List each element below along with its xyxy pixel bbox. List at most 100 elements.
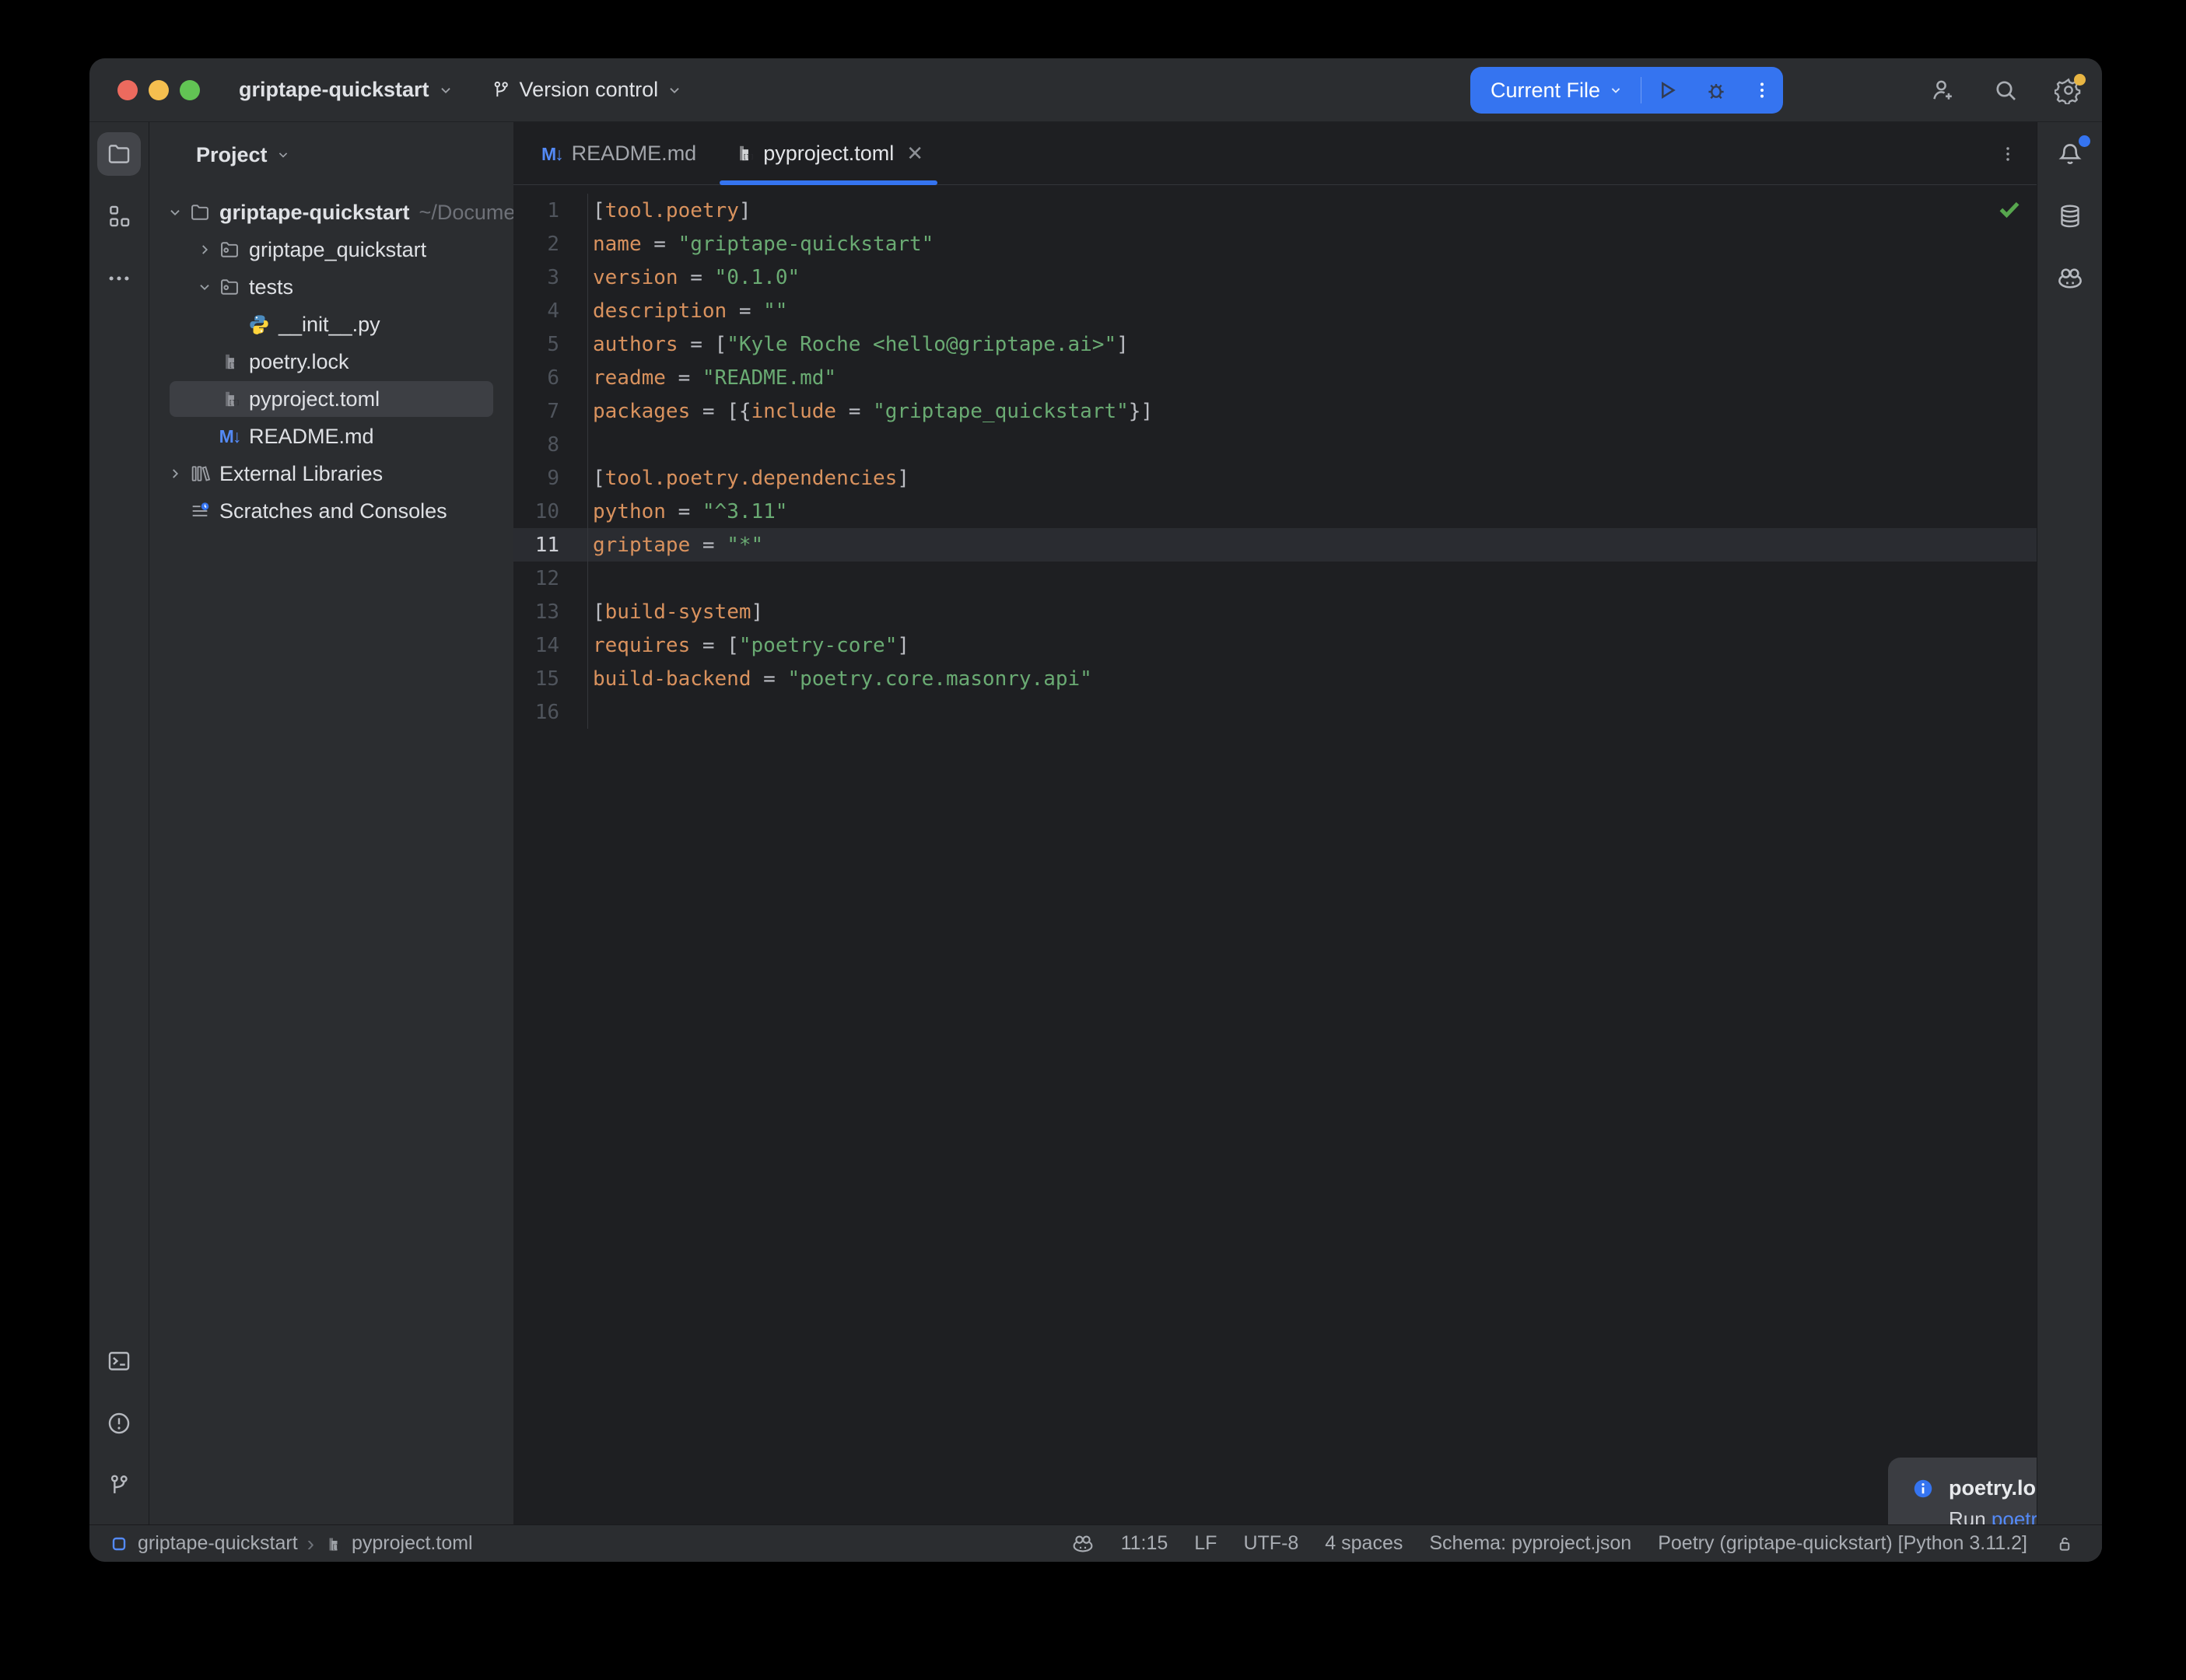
run-button[interactable] (1641, 78, 1691, 103)
code-line-9[interactable]: 9[tool.poetry.dependencies] (513, 461, 2037, 495)
status-caret-position[interactable]: 11:15 (1121, 1532, 1168, 1555)
code-line-2[interactable]: 2name = "griptape-quickstart" (513, 227, 2037, 261)
chevron-down-icon[interactable] (162, 204, 188, 221)
code-line-14[interactable]: 14requires = ["poetry-core"] (513, 628, 2037, 662)
tree-item-scratches-and-consoles[interactable]: Scratches and Consoles (149, 492, 513, 530)
code-line-4[interactable]: 4description = "" (513, 294, 2037, 327)
database-tool-icon[interactable] (2048, 194, 2092, 238)
code-line-10[interactable]: 10python = "^3.11" (513, 495, 2037, 528)
chevron-right-icon[interactable] (191, 241, 218, 258)
terminal-tool-icon[interactable] (97, 1339, 141, 1383)
run-configuration-label: Current File (1491, 79, 1600, 103)
vcs-selector[interactable]: Version control (490, 78, 684, 102)
line-number: 14 (513, 628, 587, 662)
chevron-down-icon[interactable] (191, 278, 218, 296)
code-area: 1[tool.poetry]2name = "griptape-quicksta… (513, 194, 2037, 729)
more-run-options-button[interactable] (1741, 79, 1783, 101)
editor-area: M↓ README.md [T] pyproject.toml ✕ 1[tool.poe… (513, 122, 2037, 1524)
code-line-text: requires = ["poetry-core"] (587, 628, 2037, 662)
tree-item-poetry-lock[interactable]: [T]poetry.lock (149, 343, 513, 380)
status-interpreter[interactable]: Poetry (griptape-quickstart) [Python 3.1… (1658, 1532, 2027, 1555)
title-bar: griptape-quickstart Version control Curr… (89, 58, 2102, 122)
close-window-button[interactable] (117, 80, 138, 100)
tree-item-label: __init__.py (279, 313, 380, 337)
toml-icon: [T] (218, 350, 241, 373)
markdown-icon: M↓ (541, 142, 562, 166)
tab-label: README.md (572, 142, 697, 166)
run-configuration-selector[interactable]: Current File (1470, 79, 1641, 103)
unlock-icon[interactable] (2054, 1533, 2076, 1555)
tree-item-label: Scratches and Consoles (219, 499, 447, 523)
project-tool-icon[interactable] (97, 132, 141, 176)
code-line-3[interactable]: 3version = "0.1.0" (513, 261, 2037, 294)
chevron-down-icon (437, 82, 454, 99)
tree-item-griptape-quickstart[interactable]: griptape_quickstart (149, 231, 513, 268)
code-line-text: python = "^3.11" (587, 495, 2037, 528)
project-panel-header[interactable]: Project (149, 122, 513, 187)
editor-options-kebab-icon[interactable] (1998, 122, 2018, 185)
settings-gear-icon[interactable] (2055, 76, 2083, 104)
close-tab-icon[interactable]: ✕ (906, 142, 923, 166)
notifications-bell-icon[interactable] (2048, 132, 2092, 176)
breadcrumb-project[interactable]: griptape-quickstart (138, 1532, 298, 1555)
git-tool-icon[interactable] (97, 1464, 141, 1507)
line-number: 5 (513, 327, 587, 361)
line-number: 3 (513, 261, 587, 294)
ai-assistant-icon[interactable] (2048, 257, 2092, 300)
breadcrumb: griptape-quickstart › [T] pyproject.toml (89, 1531, 473, 1556)
status-indent[interactable]: 4 spaces (1325, 1532, 1403, 1555)
right-toolbar (2037, 122, 2102, 1524)
line-number: 2 (513, 227, 587, 261)
status-schema[interactable]: Schema: pyproject.json (1429, 1532, 1631, 1555)
svg-text:[T]: [T] (229, 361, 240, 369)
tree-item-pyproject-toml[interactable]: [T]pyproject.toml (149, 380, 513, 418)
tree-item-init-py[interactable]: __init__.py (149, 306, 513, 343)
debug-button[interactable] (1691, 78, 1741, 103)
status-encoding[interactable]: UTF-8 (1243, 1532, 1298, 1555)
chevron-right-icon[interactable] (162, 465, 188, 482)
tree-item-tests[interactable]: tests (149, 268, 513, 306)
code-line-1[interactable]: 1[tool.poetry] (513, 194, 2037, 227)
project-selector[interactable]: griptape-quickstart (239, 78, 454, 102)
code-line-text: [tool.poetry] (587, 194, 2037, 227)
tree-item-external-libraries[interactable]: External Libraries (149, 455, 513, 492)
tab-readme-md[interactable]: M↓ README.md (523, 122, 715, 184)
project-selector-label: griptape-quickstart (239, 78, 429, 102)
code-line-15[interactable]: 15build-backend = "poetry.core.masonry.a… (513, 662, 2037, 695)
tree-item-readme-md[interactable]: M↓README.md (149, 418, 513, 455)
code-line-8[interactable]: 8 (513, 428, 2037, 461)
tree-item-griptape-quickstart[interactable]: griptape-quickstart~/Docume (149, 194, 513, 231)
more-tools-icon[interactable] (97, 257, 141, 300)
code-line-11[interactable]: 11griptape = "*" (513, 528, 2037, 562)
markdown-icon: M↓ (218, 425, 241, 448)
code-line-7[interactable]: 7packages = [{include = "griptape_quicks… (513, 394, 2037, 428)
line-number: 4 (513, 294, 587, 327)
left-toolbar (89, 122, 149, 1524)
tab-pyproject-toml[interactable]: [T] pyproject.toml ✕ (715, 122, 942, 184)
problems-tool-icon[interactable] (97, 1402, 141, 1445)
chevron-down-icon (1608, 82, 1624, 98)
library-icon (188, 462, 212, 485)
search-icon[interactable] (1992, 76, 2020, 104)
line-number: 6 (513, 361, 587, 394)
tab-label: pyproject.toml (763, 142, 894, 166)
breadcrumb-file[interactable]: pyproject.toml (352, 1532, 473, 1555)
git-branch-icon (490, 79, 512, 101)
tree-item-label: griptape_quickstart (249, 238, 426, 262)
editor-tab-bar: M↓ README.md [T] pyproject.toml ✕ (513, 122, 2037, 185)
line-number: 15 (513, 662, 587, 695)
minimize-window-button[interactable] (149, 80, 169, 100)
status-line-ending[interactable]: LF (1194, 1532, 1217, 1555)
code-line-12[interactable]: 12 (513, 562, 2037, 595)
zoom-window-button[interactable] (180, 80, 200, 100)
structure-tool-icon[interactable] (97, 194, 141, 238)
add-user-icon[interactable] (1929, 76, 1957, 104)
inspection-ok-check-icon[interactable] (1996, 195, 2023, 222)
svg-text:[T]: [T] (743, 152, 754, 160)
ai-status-icon[interactable] (1071, 1532, 1095, 1556)
status-bar: griptape-quickstart › [T] pyproject.toml… (89, 1524, 2102, 1562)
code-line-16[interactable]: 16 (513, 695, 2037, 729)
code-line-13[interactable]: 13[build-system] (513, 595, 2037, 628)
code-line-5[interactable]: 5authors = ["Kyle Roche <hello@griptape.… (513, 327, 2037, 361)
code-line-6[interactable]: 6readme = "README.md" (513, 361, 2037, 394)
